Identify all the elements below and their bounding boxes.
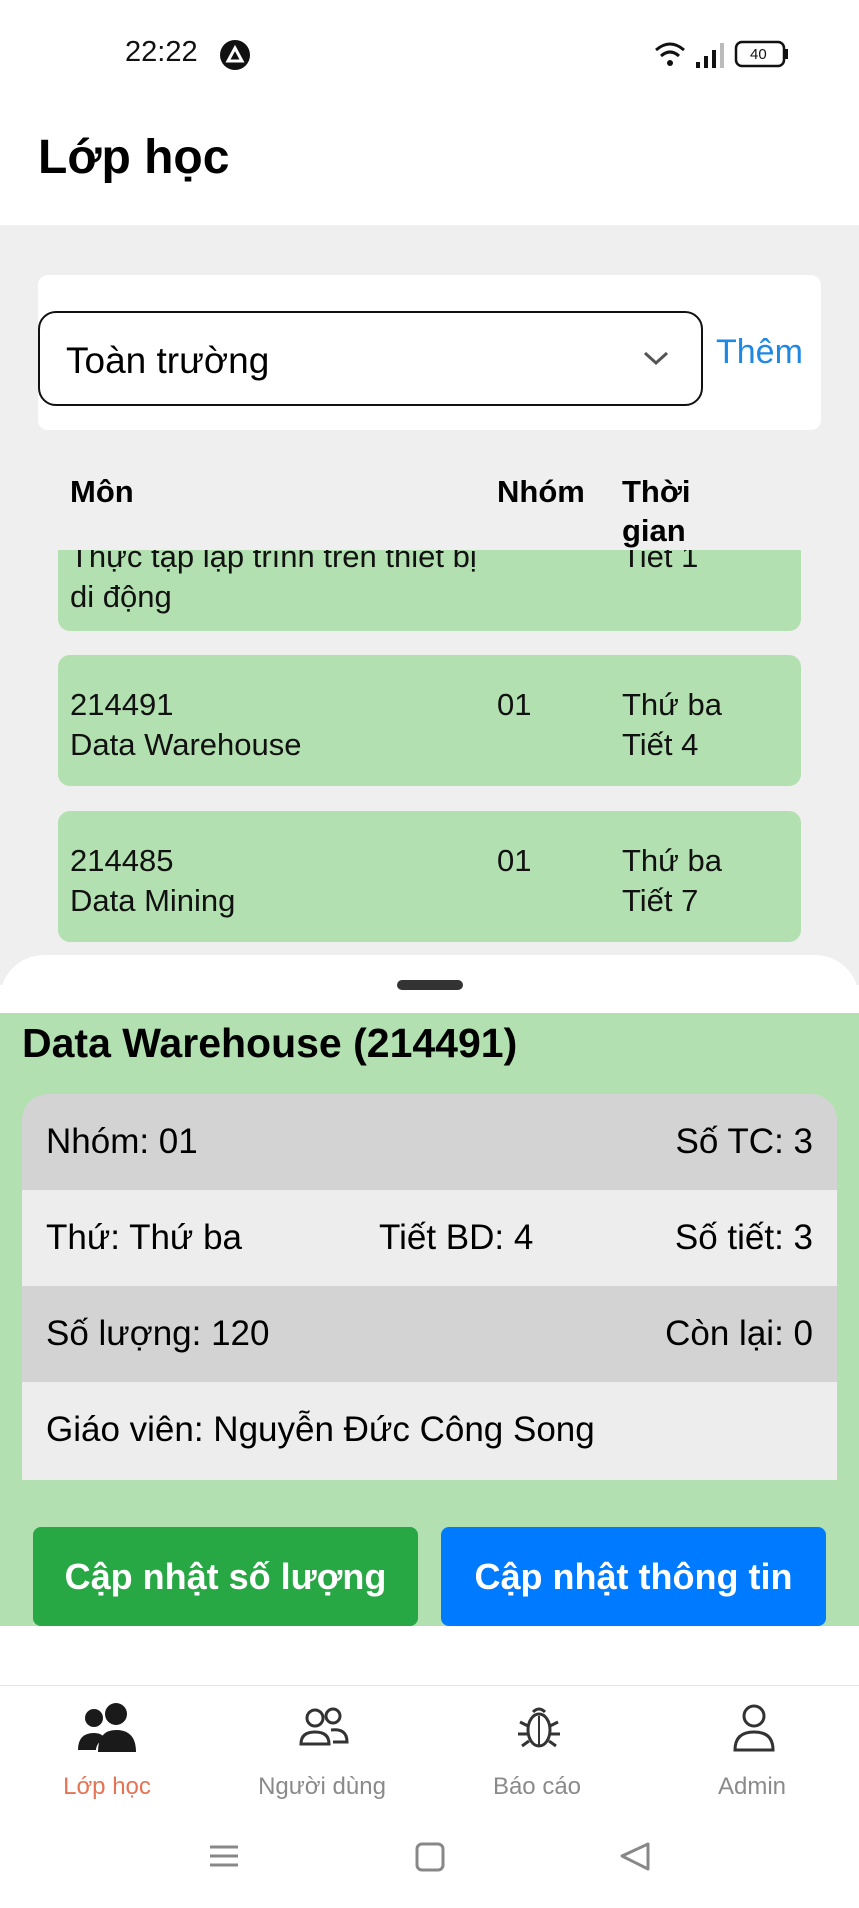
tab-label: Admin bbox=[717, 1773, 787, 1800]
sheet-drag-handle[interactable] bbox=[397, 980, 463, 990]
tab-label: Lớp học bbox=[63, 1773, 151, 1800]
class-row[interactable]: 214491 Data Warehouse 01 Thứ ba Tiết 4 bbox=[58, 655, 801, 786]
class-time: Tiết 1 bbox=[622, 550, 699, 574]
status-time: 22:22 bbox=[125, 36, 198, 68]
add-class-link[interactable]: Thêm bbox=[716, 333, 803, 372]
tab-label: Báo cáo bbox=[492, 1773, 582, 1800]
detail-credits: Số TC: 3 bbox=[675, 1122, 813, 1161]
detail-quantity: Số lượng: 120 bbox=[46, 1314, 270, 1353]
page-title: Lớp học bbox=[38, 131, 230, 184]
class-row[interactable]: 214485 Data Mining 01 Thứ ba Tiết 7 bbox=[58, 811, 801, 942]
users-icon bbox=[78, 1703, 136, 1752]
class-subject: 214491 Data Warehouse bbox=[70, 687, 302, 762]
scope-select-value: Toàn trường bbox=[66, 340, 270, 381]
update-info-button[interactable]: Cập nhật thông tin bbox=[441, 1527, 826, 1626]
signal-icon bbox=[696, 43, 724, 68]
scope-select[interactable]: Toàn trường bbox=[38, 311, 703, 406]
class-group: 01 bbox=[497, 843, 532, 878]
detail-periods: Số tiết: 3 bbox=[674, 1218, 813, 1257]
column-header-time: Thời gian bbox=[622, 474, 691, 548]
tab-users[interactable]: Người dùng bbox=[222, 1700, 422, 1810]
wifi-icon bbox=[655, 42, 685, 66]
class-row[interactable]: Thực tập lập trình trên thiết bị di động… bbox=[58, 550, 801, 631]
class-group: 01 bbox=[497, 687, 532, 722]
bug-icon bbox=[518, 1707, 560, 1748]
user-group-icon bbox=[299, 1707, 349, 1746]
detail-day: Thứ: Thứ ba bbox=[46, 1218, 243, 1257]
column-header-subject: Môn bbox=[70, 474, 134, 509]
class-time: Thứ ba Tiết 7 bbox=[622, 843, 723, 918]
tab-label: Người dùng bbox=[258, 1773, 386, 1800]
detail-row-capacity: Số lượng: 120 Còn lại: 0 bbox=[22, 1286, 837, 1382]
tab-reports[interactable]: Báo cáo bbox=[437, 1700, 637, 1810]
app-notification-icon bbox=[220, 40, 250, 70]
tab-classes[interactable]: Lớp học bbox=[7, 1700, 207, 1810]
chevron-down-icon bbox=[641, 347, 671, 369]
menu-icon bbox=[210, 1845, 238, 1867]
class-detail-table: Nhóm: 01 Số TC: 3 Thứ: Thứ ba Tiết BD: 4… bbox=[22, 1094, 837, 1480]
detail-row-group: Nhóm: 01 Số TC: 3 bbox=[22, 1094, 837, 1190]
detail-row-teacher: Giáo viên: Nguyễn Đức Công Song bbox=[22, 1382, 837, 1480]
class-subject: Thực tập lập trình trên thiết bị di động bbox=[70, 550, 477, 614]
user-icon bbox=[733, 1704, 775, 1752]
detail-teacher: Giáo viên: Nguyễn Đức Công Song bbox=[46, 1410, 595, 1449]
system-navigation-bar bbox=[0, 1815, 859, 1908]
class-subject: 214485 Data Mining bbox=[70, 843, 236, 918]
class-time: Thứ ba Tiết 4 bbox=[622, 687, 723, 762]
detail-remaining: Còn lại: 0 bbox=[665, 1314, 813, 1353]
class-list[interactable]: Thực tập lập trình trên thiết bị di động… bbox=[0, 550, 859, 960]
status-indicators: 40 bbox=[654, 38, 804, 72]
class-detail-title: Data Warehouse (214491) bbox=[22, 1020, 518, 1066]
detail-row-schedule: Thứ: Thứ ba Tiết BD: 4 Số tiết: 3 bbox=[22, 1190, 837, 1286]
back-icon bbox=[620, 1842, 650, 1871]
tab-admin[interactable]: Admin bbox=[652, 1700, 852, 1810]
detail-start-period: Tiết BD: 4 bbox=[379, 1218, 534, 1257]
column-header-group: Nhóm bbox=[497, 474, 585, 509]
update-quantity-button[interactable]: Cập nhật số lượng bbox=[33, 1527, 418, 1626]
detail-group: Nhóm: 01 bbox=[46, 1122, 198, 1161]
battery-level: 40 bbox=[750, 46, 767, 63]
home-icon bbox=[415, 1842, 445, 1872]
